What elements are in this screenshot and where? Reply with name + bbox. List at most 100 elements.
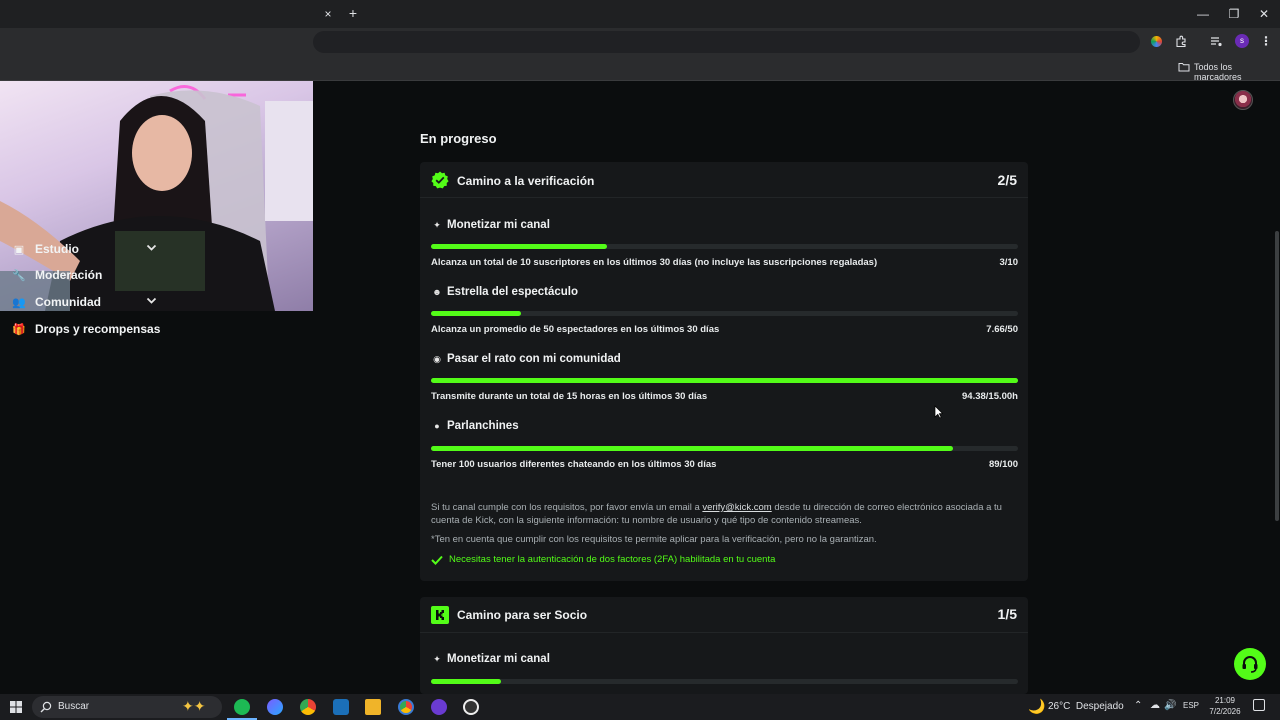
note-text: Si tu canal cumple con los requisitos, p… (431, 502, 703, 513)
studio-icon: ▣ (13, 243, 25, 256)
verification-instructions: Si tu canal cumple con los requisitos, p… (431, 501, 1021, 527)
volume-icon[interactable]: 🔊 (1164, 700, 1176, 711)
progress-track (431, 378, 1018, 383)
sidebar-item-label: Drops y recompensas (35, 322, 161, 336)
task-value: 94.38/15.00h (962, 391, 1018, 402)
extension-color-icon[interactable] (1151, 36, 1162, 47)
progress-fill (431, 679, 502, 684)
task-value: 7.66/50 (986, 324, 1018, 335)
address-bar[interactable] (313, 31, 1140, 53)
search-icon (40, 701, 52, 713)
browser-tab-bar: × + — ❐ ✕ (0, 0, 1280, 28)
clock-time[interactable]: 21:09 (1210, 696, 1240, 705)
more-menu-icon[interactable]: ⋮ (1258, 34, 1274, 48)
taskbar-search[interactable]: Buscar ✦✦ (32, 696, 222, 718)
tray-chevron-icon[interactable]: ⌃ (1134, 700, 1142, 711)
card-header: Camino a la verificación 2/5 (420, 162, 1028, 198)
progress-fill (431, 311, 521, 316)
user-avatar[interactable] (1233, 90, 1253, 110)
minimize-button[interactable]: — (1195, 7, 1211, 21)
task-title-text: Monetizar mi canal (447, 653, 550, 665)
progress-track (431, 311, 1018, 316)
task-title: ◉ Pasar el rato con mi comunidad (431, 353, 621, 365)
gift-icon: 🎁 (12, 323, 26, 336)
sidebar-item-estudio[interactable]: ▣ Estudio (12, 239, 79, 259)
task-title: ● Parlanchines (431, 420, 519, 432)
task-description: Alcanza un promedio de 50 espectadores e… (431, 324, 720, 335)
chat-icon: ● (434, 421, 440, 431)
all-bookmarks-link[interactable]: Todos los marcadores (1194, 62, 1280, 82)
progress-track (431, 679, 1018, 684)
weather-moon-icon: 🌙 (1028, 698, 1046, 714)
taskbar: Buscar ✦✦ 🌙 26°C Despejado ⌃ ☁ 🔊 ESP 21:… (0, 694, 1280, 720)
card-progress-count: 2/5 (997, 172, 1017, 188)
clock-date[interactable]: 7/2/2026 (1204, 707, 1246, 716)
file-explorer-icon[interactable] (365, 699, 381, 715)
twofa-requirement: Necesitas tener la autenticación de dos … (431, 554, 775, 565)
task-title: ✦ Monetizar mi canal (431, 653, 550, 665)
task-value: 89/100 (988, 459, 1018, 470)
verification-disclaimer: *Ten en cuenta que cumplir con los requi… (431, 534, 877, 545)
card-header: Camino para ser Socio 1/5 (420, 597, 1028, 633)
app-icon[interactable] (267, 699, 283, 715)
page-scrollbar[interactable] (1275, 231, 1279, 521)
notifications-icon[interactable] (1253, 699, 1265, 711)
card-title: Camino para ser Socio (457, 608, 588, 622)
language-indicator[interactable]: ESP (1183, 701, 1199, 710)
chrome-icon[interactable] (300, 699, 316, 715)
section-title: En progreso (420, 131, 497, 146)
card-title: Camino a la verificación (457, 174, 595, 188)
users-icon: ☻ (432, 287, 442, 297)
sparkle-icon: ✦ (433, 219, 441, 230)
help-chat-button[interactable] (1234, 648, 1266, 680)
task-value: 3/10 (999, 257, 1019, 268)
task-title-text: Pasar el rato con mi comunidad (447, 353, 621, 365)
close-window-button[interactable]: ✕ (1256, 7, 1272, 21)
check-icon (431, 555, 443, 565)
restore-button[interactable]: ❐ (1226, 7, 1242, 21)
search-placeholder: Buscar (58, 701, 90, 712)
progress-fill (431, 378, 1018, 383)
bookmarks-bar: Todos los marcadores (0, 56, 1280, 82)
task-title-text: Parlanchines (447, 420, 519, 432)
chevron-down-icon[interactable] (146, 244, 157, 252)
verify-email-link[interactable]: verify@kick.com (702, 502, 771, 513)
task-title: ☻ Estrella del espectáculo (431, 286, 578, 298)
sidebar-item-moderacion[interactable]: 🔧 Moderación (12, 265, 102, 285)
windows-start-icon[interactable] (10, 701, 22, 713)
copilot-sparkle-icon: ✦✦ (182, 698, 206, 714)
verified-badge-icon (431, 171, 449, 189)
sidebar-item-label: Estudio (35, 242, 79, 256)
card-progress-count: 1/5 (997, 606, 1017, 622)
sidebar-item-comunidad[interactable]: 👥 Comunidad (12, 292, 101, 312)
obs-icon[interactable] (463, 699, 479, 715)
task-description: Transmite durante un total de 15 horas e… (431, 391, 708, 402)
discord-app-icon[interactable] (431, 699, 447, 715)
profile-avatar[interactable]: s (1235, 34, 1249, 48)
progress-fill (431, 446, 954, 451)
weather-text: 26°C Despejado (1048, 701, 1124, 712)
media-queue-icon[interactable] (1210, 36, 1223, 47)
shield-app-icon[interactable] (333, 699, 349, 715)
task-title: ✦ Monetizar mi canal (431, 219, 550, 231)
broadcast-icon: ◉ (433, 353, 441, 364)
progress-track (431, 446, 1018, 451)
chevron-down-icon[interactable] (146, 297, 157, 305)
progress-fill (431, 244, 608, 249)
sidebar-item-label: Comunidad (35, 295, 101, 309)
folder-icon (1178, 63, 1190, 72)
network-icon[interactable]: ☁ (1150, 700, 1160, 711)
mouse-cursor (934, 405, 943, 419)
task-description: Alcanza un total de 10 suscriptores en l… (431, 257, 878, 268)
wrench-icon: 🔧 (12, 269, 26, 282)
new-tab-button[interactable]: + (345, 6, 361, 20)
chrome-profile-icon[interactable] (398, 699, 414, 715)
sidebar-item-drops[interactable]: 🎁 Drops y recompensas (12, 319, 160, 339)
extensions-puzzle-icon[interactable] (1175, 35, 1188, 48)
progress-track (431, 244, 1018, 249)
partner-card: Camino para ser Socio 1/5 ✦ Monetizar mi… (420, 597, 1028, 694)
close-tab-icon[interactable]: × (320, 7, 336, 21)
spotify-icon[interactable] (234, 699, 250, 715)
headset-icon (1242, 656, 1258, 673)
sidebar-item-label: Moderación (35, 268, 103, 282)
